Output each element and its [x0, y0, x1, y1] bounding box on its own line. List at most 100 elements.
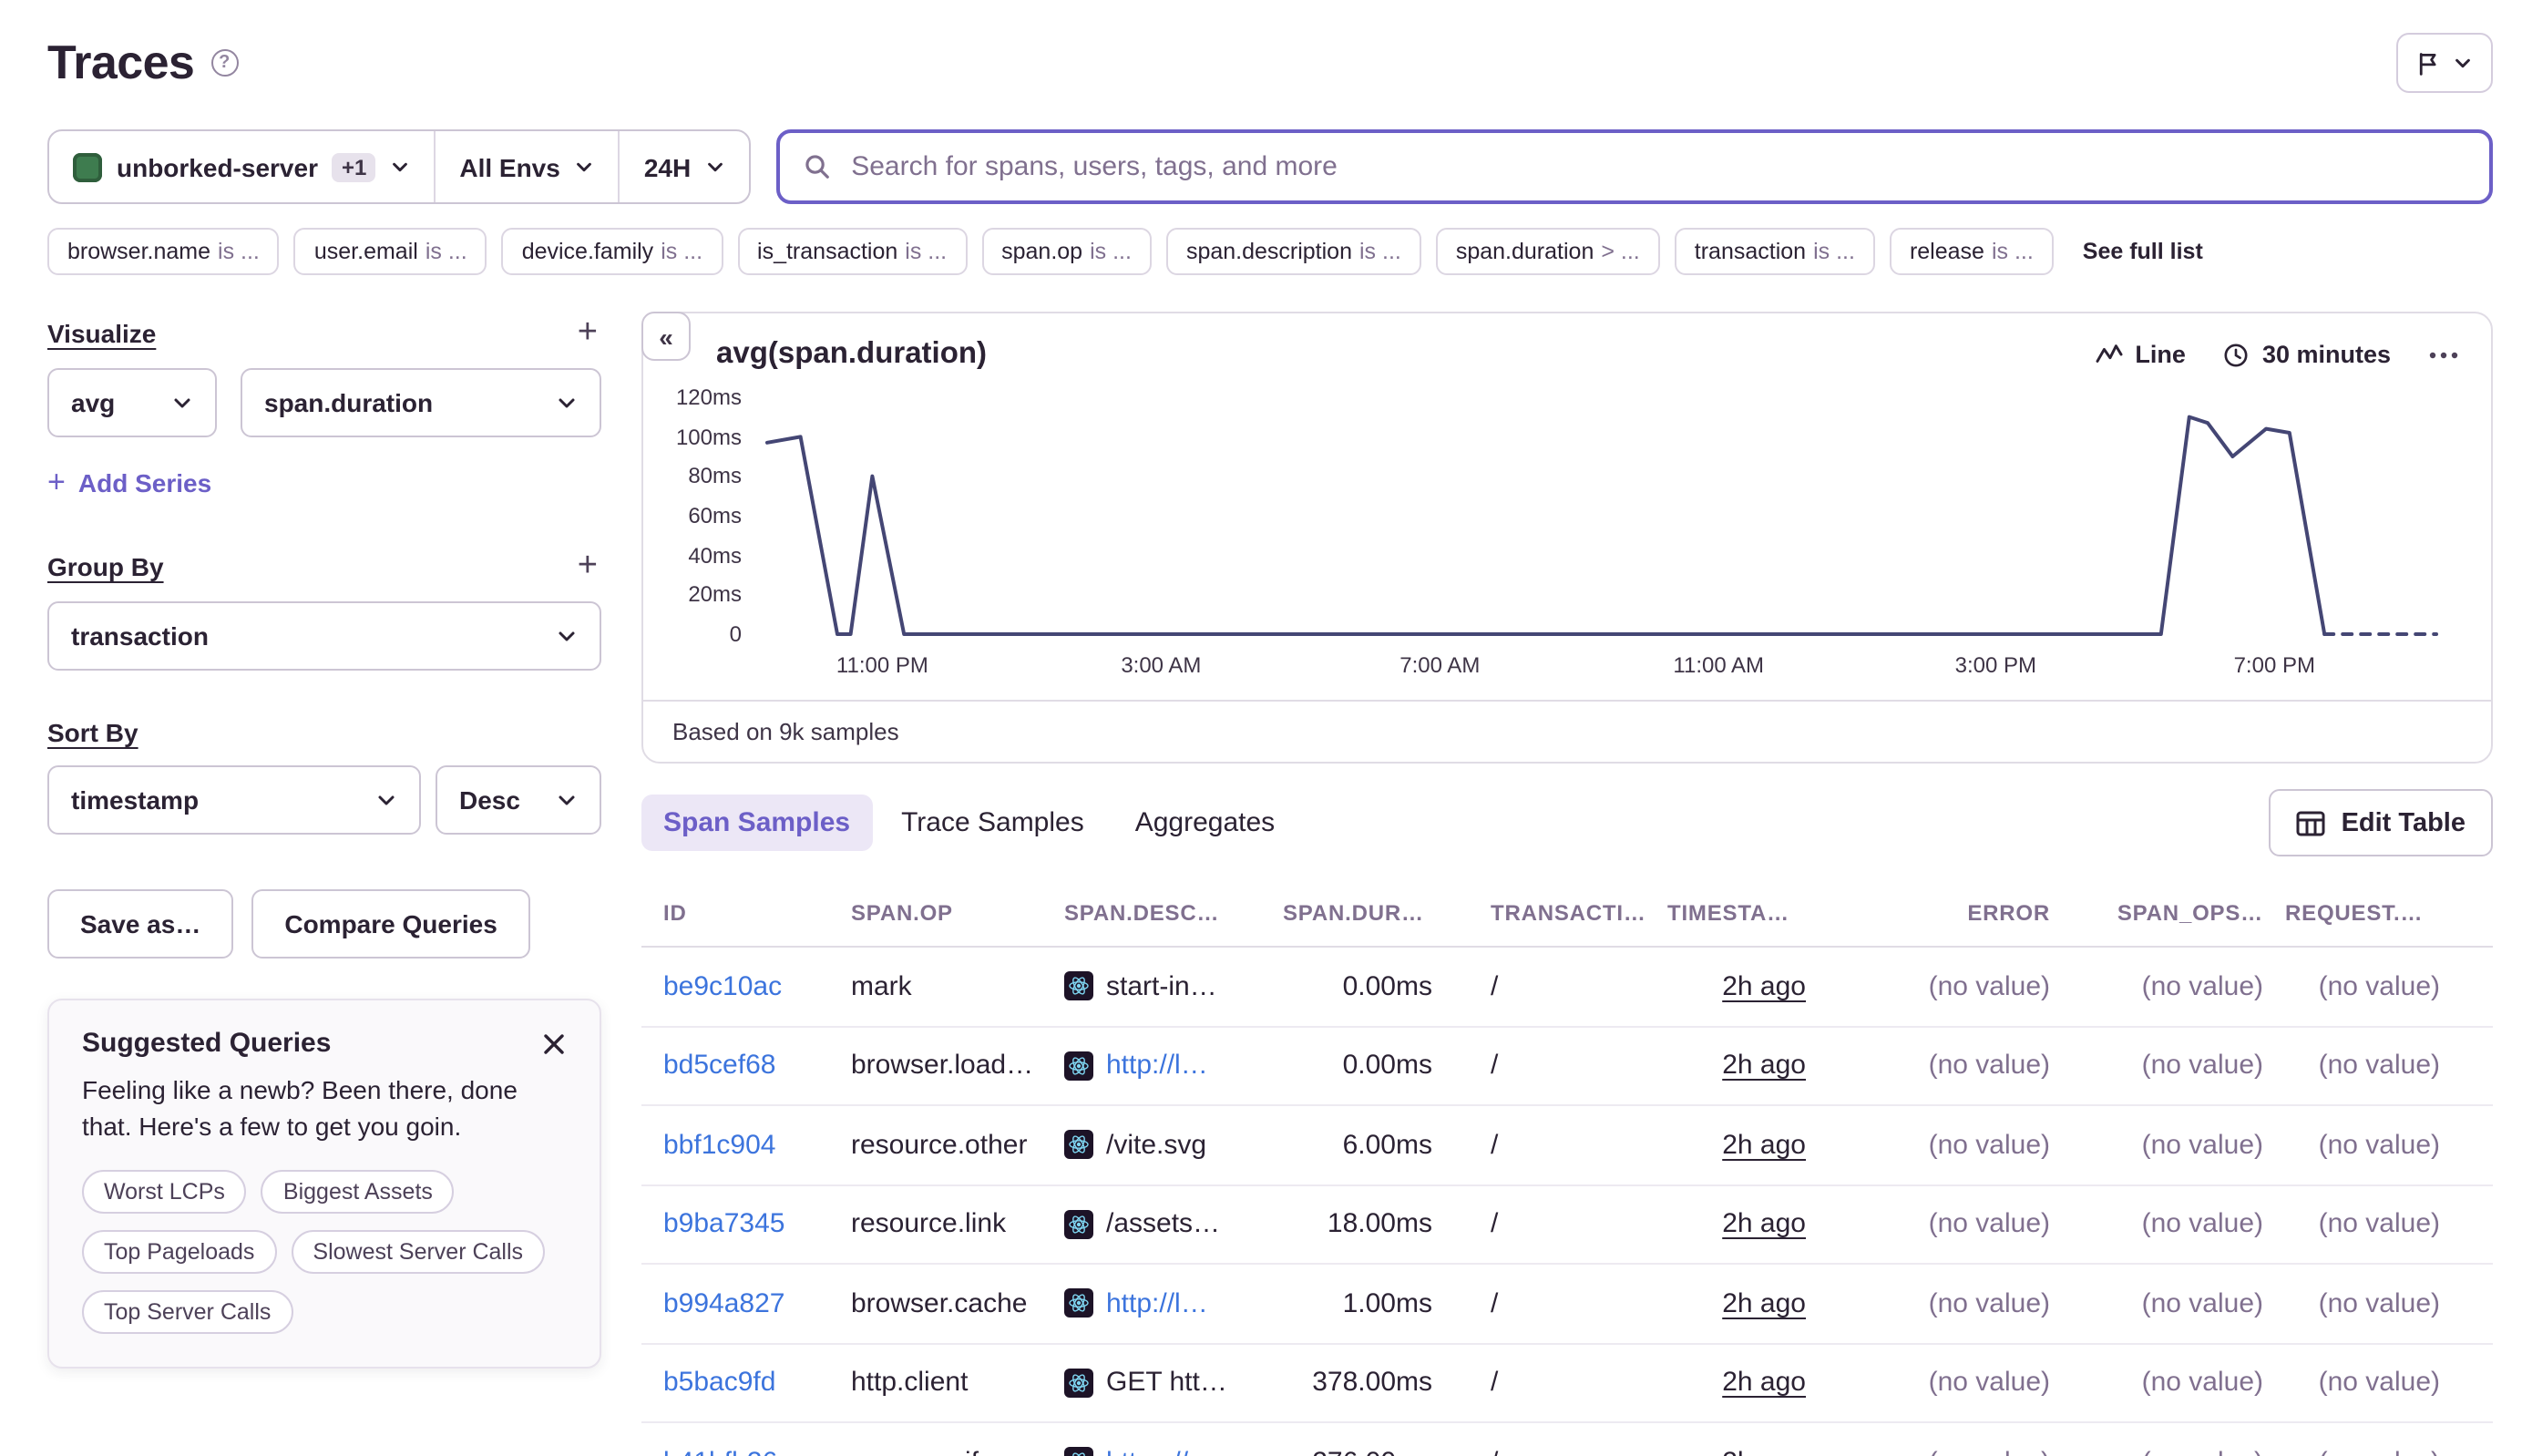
suggested-query-chip[interactable]: Worst LCPs: [82, 1170, 247, 1214]
chart-interval-button[interactable]: 30 minutes: [2224, 341, 2391, 368]
timestamp-value[interactable]: 2h ago: [1722, 1130, 1806, 1161]
search-bar: [776, 129, 2493, 204]
cell-timestamp: 2h ago: [1667, 1051, 1828, 1082]
chart-panel: « avg(span.duration) Line: [641, 312, 2493, 764]
environment-select[interactable]: All Envs: [434, 131, 619, 202]
span-id-link[interactable]: b5bac9fd: [663, 1368, 775, 1399]
group-by-select[interactable]: transaction: [47, 601, 601, 671]
column-header-timestamp[interactable]: TIMESTA…↓: [1667, 878, 1828, 946]
column-header-transaction[interactable]: TRANSACTI…: [1454, 879, 1667, 945]
filter-chip[interactable]: releaseis ...: [1890, 228, 2054, 275]
tab-span-samples[interactable]: Span Samples: [641, 795, 872, 851]
filter-chip-key: user.email: [314, 239, 418, 264]
tab-aggregates[interactable]: Aggregates: [1113, 795, 1297, 851]
field-select[interactable]: span.duration: [241, 368, 601, 437]
aggregate-value: avg: [71, 388, 115, 417]
cell-error: (no value): [1828, 1447, 2072, 1456]
table-row[interactable]: bd5cef68browser.load…http://l…0.00ms/2h …: [641, 1027, 2493, 1106]
table-row[interactable]: b994a827browser.cachehttp://l…1.00ms/2h …: [641, 1265, 2493, 1344]
filter-chip[interactable]: span.duration> ...: [1436, 228, 1660, 275]
table-row[interactable]: b41bfb26resource.ifra…https://…276.00ms/…: [641, 1423, 2493, 1456]
chart-type-button[interactable]: Line: [2095, 341, 2186, 368]
span-id-link[interactable]: bbf1c904: [663, 1130, 775, 1161]
aggregate-select[interactable]: avg: [47, 368, 217, 437]
filter-chip[interactable]: transactionis ...: [1675, 228, 1875, 275]
timestamp-value[interactable]: 2h ago: [1722, 1447, 1806, 1456]
suggested-queries-card: Suggested Queries Feeling like a newb? B…: [47, 999, 601, 1369]
cell-span_duration: 0.00ms: [1283, 971, 1454, 1002]
timestamp-value[interactable]: 2h ago: [1722, 1368, 1806, 1399]
close-icon[interactable]: [541, 1030, 567, 1056]
sort-field-value: timestamp: [71, 785, 199, 815]
timestamp-value[interactable]: 2h ago: [1722, 1209, 1806, 1240]
collapse-sidebar-button[interactable]: «: [641, 312, 691, 361]
filter-chip[interactable]: span.descriptionis ...: [1166, 228, 1421, 275]
cell-request_method: (no value): [2285, 1288, 2462, 1319]
see-full-list-button[interactable]: See full list: [2068, 228, 2218, 275]
column-header-span_ops[interactable]: SPAN_OPS…: [2072, 879, 2285, 945]
chart-plot[interactable]: [767, 397, 2436, 634]
table-row[interactable]: b5bac9fdhttp.clientGET htt…378.00ms/2h a…: [641, 1344, 2493, 1423]
span-id-link[interactable]: bd5cef68: [663, 1051, 775, 1082]
x-axis-tick: 11:00 PM: [836, 652, 928, 678]
suggested-query-chip[interactable]: Biggest Assets: [261, 1170, 455, 1214]
table-row[interactable]: b9ba7345resource.link/assets…18.00ms/2h …: [641, 1185, 2493, 1265]
filter-chip[interactable]: browser.nameis ...: [47, 228, 280, 275]
save-as-button[interactable]: Save as…: [47, 889, 233, 959]
column-header-id[interactable]: ID: [641, 879, 851, 945]
no-value-text: (no value): [2319, 1209, 2440, 1240]
suggested-query-chip[interactable]: Top Server Calls: [82, 1290, 292, 1334]
cell-error: (no value): [1828, 971, 2072, 1002]
cell-timestamp: 2h ago: [1667, 1447, 1828, 1456]
suggested-query-chip[interactable]: Slowest Server Calls: [291, 1230, 545, 1274]
timestamp-value[interactable]: 2h ago: [1722, 1288, 1806, 1319]
add-group-by-button[interactable]: +: [574, 549, 601, 583]
span-description-link[interactable]: https://…: [1106, 1447, 1215, 1456]
filter-chip-key: device.family: [522, 239, 654, 264]
compare-queries-button[interactable]: Compare Queries: [251, 889, 529, 959]
filter-chip[interactable]: device.familyis ...: [502, 228, 723, 275]
timestamp-value[interactable]: 2h ago: [1722, 971, 1806, 1002]
project-select[interactable]: unborked-server +1: [49, 131, 434, 202]
cell-id: be9c10ac: [641, 971, 851, 1002]
help-icon[interactable]: ?: [210, 49, 238, 77]
span-id-link[interactable]: be9c10ac: [663, 971, 782, 1002]
filter-chip-key: span.duration: [1456, 239, 1594, 264]
search-input[interactable]: [847, 149, 2466, 184]
table-row[interactable]: bbf1c904resource.other/vite.svg6.00ms/2h…: [641, 1106, 2493, 1185]
x-axis-tick: 7:00 PM: [2234, 652, 2315, 678]
y-axis-tick: 40ms: [688, 542, 742, 568]
span-description-link[interactable]: http://l…: [1106, 1288, 1208, 1319]
timestamp-value[interactable]: 2h ago: [1722, 1051, 1806, 1082]
filter-chip-operator: is ...: [218, 239, 260, 264]
chart-y-axis: 020ms40ms60ms80ms100ms120ms: [661, 397, 753, 634]
column-header-span_duration[interactable]: SPAN.DURA…: [1283, 879, 1454, 945]
column-header-span_desc[interactable]: SPAN.DESC…: [1064, 879, 1283, 945]
chart-menu-button[interactable]: [2429, 351, 2458, 358]
column-header-error[interactable]: ERROR: [1828, 879, 2072, 945]
time-range-select[interactable]: 24H: [619, 131, 749, 202]
cell-span_desc: GET htt…: [1064, 1368, 1283, 1399]
span-id-link[interactable]: b994a827: [663, 1288, 785, 1319]
chevron-down-icon: [171, 392, 193, 414]
tab-trace-samples[interactable]: Trace Samples: [879, 795, 1106, 851]
no-value-text: (no value): [2319, 971, 2440, 1002]
sort-direction-select[interactable]: Desc: [436, 765, 601, 835]
suggested-query-chip[interactable]: Top Pageloads: [82, 1230, 276, 1274]
sort-field-select[interactable]: timestamp: [47, 765, 421, 835]
filter-chip[interactable]: is_transactionis ...: [737, 228, 967, 275]
add-series-button[interactable]: + Add Series: [47, 465, 211, 501]
filter-chip[interactable]: span.opis ...: [981, 228, 1152, 275]
feedback-button[interactable]: [2396, 33, 2493, 93]
column-header-request_method[interactable]: REQUEST.ME…: [2285, 879, 2462, 945]
page-header: Traces ?: [0, 0, 2522, 93]
table-row[interactable]: be9c10acmarkstart-in…0.00ms/2h ago(no va…: [641, 948, 2493, 1027]
cell-span_duration: 0.00ms: [1283, 1051, 1454, 1082]
span-description-link[interactable]: http://l…: [1106, 1051, 1208, 1082]
span-id-link[interactable]: b41bfb26: [663, 1447, 777, 1456]
span-id-link[interactable]: b9ba7345: [663, 1209, 785, 1240]
filter-chip[interactable]: user.emailis ...: [294, 228, 487, 275]
add-visualize-button[interactable]: +: [574, 315, 601, 350]
edit-table-button[interactable]: Edit Table: [2269, 789, 2493, 856]
column-header-span_op[interactable]: SPAN.OP: [851, 879, 1064, 945]
